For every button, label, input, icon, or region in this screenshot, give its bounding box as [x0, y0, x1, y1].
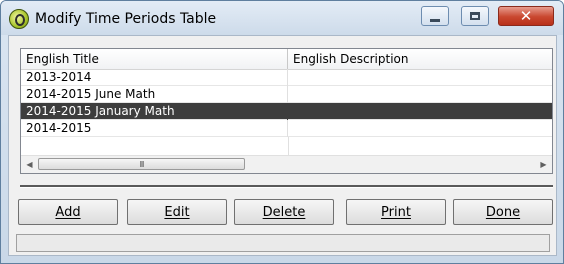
- cell-english-description: [288, 120, 552, 137]
- print-button[interactable]: Print: [346, 199, 446, 225]
- cell-english-description: [288, 103, 552, 120]
- scroll-thumb[interactable]: III: [38, 158, 245, 170]
- cell-english-title: 2013-2014: [21, 69, 288, 86]
- column-header-english-title[interactable]: English Title: [21, 49, 288, 69]
- table-row-selected[interactable]: 2014-2015 January Math: [21, 103, 552, 120]
- edit-button[interactable]: Edit: [127, 199, 227, 225]
- dialog-window: Modify Time Periods Table ✕ English Titl…: [0, 0, 564, 264]
- cell-english-description: [288, 86, 552, 103]
- horizontal-scrollbar[interactable]: ◀ III ▶: [21, 155, 552, 173]
- dialog-body: English Title English Description 2013-2…: [8, 35, 557, 256]
- app-icon: [9, 9, 29, 29]
- maximize-button[interactable]: [461, 6, 489, 26]
- cell-english-title: 2014-2015: [21, 120, 288, 137]
- column-divider: [288, 137, 289, 156]
- column-header-english-description[interactable]: English Description: [288, 49, 552, 69]
- table-row[interactable]: 2013-2014: [21, 69, 552, 86]
- window-title: Modify Time Periods Table: [35, 11, 217, 27]
- table-row[interactable]: 2014-2015: [21, 120, 552, 137]
- scroll-right-arrow-icon[interactable]: ▶: [535, 156, 552, 173]
- time-periods-table[interactable]: English Title English Description 2013-2…: [20, 48, 553, 174]
- cell-english-description: [288, 69, 552, 86]
- minimize-button[interactable]: [421, 6, 449, 26]
- add-button[interactable]: Add: [18, 199, 118, 225]
- title-bar[interactable]: Modify Time Periods Table ✕: [1, 1, 563, 35]
- delete-button[interactable]: Delete: [234, 199, 334, 225]
- scroll-left-arrow-icon[interactable]: ◀: [21, 156, 38, 173]
- close-icon: ✕: [519, 6, 533, 25]
- status-bar: [16, 234, 550, 252]
- cell-english-title: 2014-2015 January Math: [21, 103, 288, 120]
- separator: [20, 185, 553, 188]
- done-button[interactable]: Done: [453, 199, 553, 225]
- minimize-icon: [430, 18, 440, 22]
- grip-icon: III: [139, 159, 145, 169]
- cell-english-title: 2014-2015 June Math: [21, 86, 288, 103]
- close-button[interactable]: ✕: [498, 6, 554, 26]
- table-row[interactable]: 2014-2015 June Math: [21, 86, 552, 103]
- table-header: English Title English Description: [21, 49, 552, 70]
- maximize-icon: [470, 12, 480, 20]
